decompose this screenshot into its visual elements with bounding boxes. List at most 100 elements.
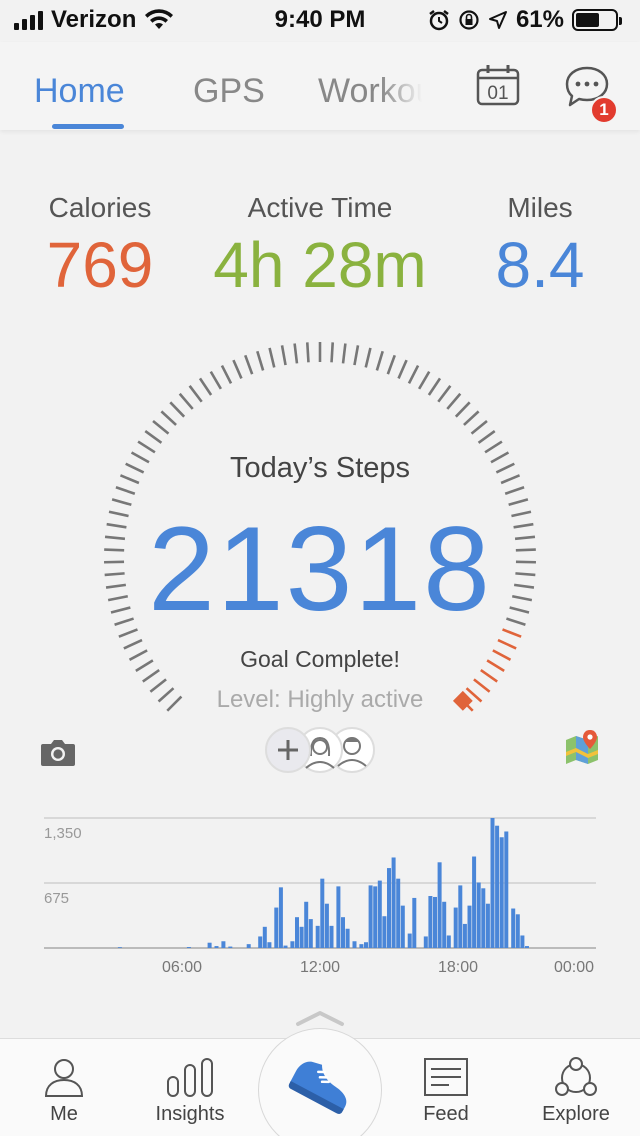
- tab-gps[interactable]: GPS: [193, 72, 265, 111]
- active-tab-indicator: [52, 124, 124, 129]
- chart-bar: [382, 916, 387, 948]
- chart-bar: [315, 925, 320, 948]
- nav-me[interactable]: Me: [14, 1039, 114, 1136]
- chart-bar: [228, 946, 233, 948]
- sneaker-icon: [288, 1061, 347, 1114]
- chart-bar: [377, 880, 382, 948]
- gauge-tick: [353, 345, 360, 366]
- chart-bar: [437, 862, 442, 948]
- gauge-tick: [244, 354, 254, 375]
- chart-bar: [117, 947, 122, 948]
- group-icon: [555, 1057, 597, 1096]
- hourly-steps-chart[interactable]: 1,350 675 06:00 12:00 18:00 00:00: [0, 800, 640, 990]
- gauge-tick: [437, 384, 452, 403]
- gauge-tick: [341, 343, 347, 364]
- calories-value: 769: [46, 229, 154, 301]
- chart-bar: [214, 946, 219, 948]
- gauge-tick: [504, 486, 525, 496]
- chart-bar: [396, 878, 401, 948]
- chart-bar: [400, 905, 405, 948]
- steps-label: Today’s Steps: [229, 452, 411, 484]
- chart-bar: [221, 941, 226, 948]
- gauge-tick: [375, 350, 384, 371]
- chart-bar: [423, 936, 428, 948]
- map-pin-icon[interactable]: [564, 730, 600, 766]
- rotation-lock-icon: [459, 10, 479, 30]
- chart-bar: [472, 856, 477, 948]
- calendar-icon[interactable]: 01: [476, 64, 520, 106]
- chart-bar: [320, 878, 325, 948]
- chart-bar: [283, 945, 288, 948]
- gauge-tick: [169, 401, 186, 418]
- chart-bar: [490, 818, 495, 948]
- tab-workouts[interactable]: Workouts: [318, 72, 422, 111]
- x-tick-label: 18:00: [438, 959, 478, 976]
- gauge-tick: [256, 350, 265, 371]
- goal-status: Goal Complete!: [240, 646, 400, 672]
- chart-bar: [352, 941, 357, 948]
- chart-bar: [359, 944, 364, 948]
- chart-bar: [446, 935, 451, 948]
- y-tick-label: 675: [44, 890, 69, 907]
- chart-bar: [412, 897, 417, 948]
- nav-me-label: Me: [50, 1103, 78, 1125]
- gauge-tick: [293, 343, 299, 364]
- miles-stat[interactable]: Miles 8.4: [460, 192, 620, 302]
- chart-bar: [373, 886, 378, 948]
- nav-feed[interactable]: Feed: [396, 1039, 496, 1136]
- gauge-tick: [305, 342, 310, 363]
- chart-bar: [525, 946, 529, 948]
- chart-bar: [207, 942, 212, 948]
- chart-bar: [258, 936, 263, 948]
- gauge-tick: [477, 429, 496, 444]
- gauge-tick: [364, 347, 372, 368]
- x-tick-label: 06:00: [162, 959, 202, 976]
- alarm-icon: [429, 10, 449, 31]
- status-bar: Verizon 9:40 PM 61%: [0, 0, 640, 40]
- chart-bar: [262, 926, 267, 948]
- chart-bar: [458, 885, 463, 948]
- nav-insights-label: Insights: [155, 1103, 225, 1125]
- calories-stat[interactable]: Calories 769: [20, 192, 180, 302]
- camera-icon[interactable]: [40, 737, 76, 767]
- chevron-up-icon[interactable]: [294, 1008, 346, 1028]
- chart-bar: [520, 935, 525, 948]
- chart-bar: [267, 942, 272, 948]
- active-time-label: Active Time: [247, 192, 393, 223]
- chart-bar: [462, 923, 467, 948]
- gauge-tick: [470, 419, 488, 435]
- y-tick-label: 1,350: [44, 825, 82, 842]
- chart-bar: [485, 903, 490, 948]
- chart-bar: [476, 882, 481, 948]
- steps-count: 21318: [148, 502, 492, 636]
- nav-insights[interactable]: Insights: [140, 1039, 240, 1136]
- chart-bar: [442, 901, 447, 948]
- chart-bar: [511, 908, 516, 948]
- bar-chart-icon: [167, 1058, 213, 1097]
- gauge-tick: [115, 486, 136, 496]
- miles-label: Miles: [507, 192, 573, 223]
- gauge-tick: [446, 392, 462, 410]
- gauge-tick: [152, 419, 170, 435]
- chart-bar: [368, 885, 373, 948]
- active-time-value: 4h 28m: [213, 229, 427, 301]
- location-arrow-icon: [488, 11, 507, 29]
- chart-bar: [504, 831, 509, 948]
- chart-bar: [299, 926, 304, 948]
- chart-bar: [453, 907, 458, 948]
- chart-bar: [407, 933, 412, 948]
- nav-explore[interactable]: Explore: [524, 1039, 628, 1136]
- chart-bar: [341, 917, 345, 948]
- gauge-tick: [484, 440, 503, 454]
- chart-bar: [433, 896, 437, 948]
- top-tab-bar: Home GPS Workouts 01 1: [0, 42, 640, 130]
- chart-bar: [391, 857, 396, 948]
- friends-avatars[interactable]: [264, 726, 376, 774]
- active-time-stat[interactable]: Active Time 4h 28m: [190, 192, 450, 302]
- chart-bar: [186, 947, 191, 948]
- tab-home[interactable]: Home: [34, 72, 125, 111]
- chart-bar: [295, 917, 299, 948]
- gauge-tick: [144, 429, 163, 444]
- chart-bar: [308, 919, 313, 948]
- gauge-tick: [417, 370, 431, 390]
